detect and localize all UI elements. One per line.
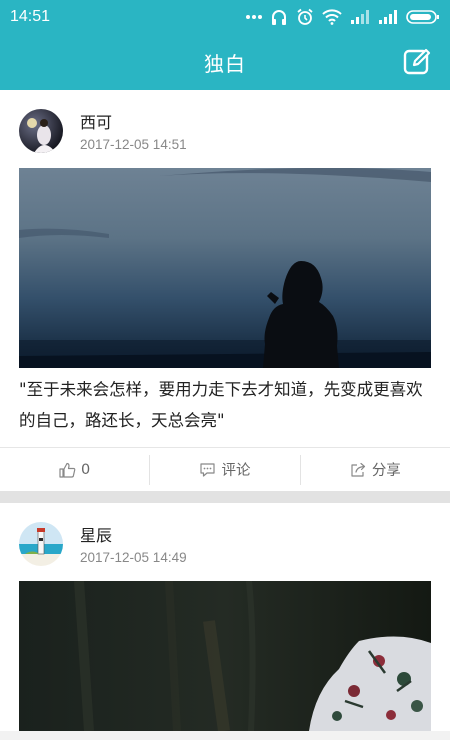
signal-icon: [351, 10, 369, 24]
top-app-bar: 独白: [0, 34, 450, 90]
post-timestamp: 2017-12-05 14:49: [80, 550, 187, 565]
battery-icon: [406, 10, 439, 24]
comment-icon: [200, 462, 216, 477]
post-header: 西可 2017-12-05 14:51: [0, 90, 450, 168]
comment-label: 评论: [221, 463, 251, 479]
like-count: 0: [81, 461, 91, 478]
edit-icon: [403, 48, 431, 75]
headphones-icon: [272, 10, 286, 25]
post-actions: 0 评论 分享: [0, 447, 450, 491]
post-header: 星辰 2017-12-05 14:49: [0, 503, 450, 581]
status-bar: 14:51: [0, 0, 450, 34]
post-photo[interactable]: [19, 581, 431, 731]
post-card: 西可 2017-12-05 14:51 "至于未来会怎样，要用力走下去才知道，先…: [0, 90, 450, 491]
page-title: 独白: [204, 51, 246, 76]
card-separator: [0, 491, 450, 503]
compose-button[interactable]: [402, 46, 432, 76]
more-dots-icon: [246, 15, 262, 19]
post-card: 星辰 2017-12-05 14:49: [0, 503, 450, 731]
status-time: 14:51: [10, 8, 51, 25]
post-author[interactable]: 星辰: [80, 522, 112, 546]
share-icon: [351, 462, 365, 477]
alarm-icon: [297, 8, 313, 25]
post-timestamp: 2017-12-05 14:51: [80, 137, 187, 152]
like-button[interactable]: 0: [0, 455, 149, 485]
avatar[interactable]: [19, 109, 63, 153]
post-feed[interactable]: 西可 2017-12-05 14:51 "至于未来会怎样，要用力走下去才知道，先…: [0, 90, 450, 740]
share-button[interactable]: 分享: [299, 454, 450, 485]
share-label: 分享: [371, 463, 401, 479]
thumbs-up-icon: [59, 462, 76, 478]
post-photo[interactable]: [19, 168, 431, 368]
post-text: "至于未来会怎样，要用力走下去才知道，先变成更喜欢的自己，路还长，天总会亮": [19, 380, 423, 430]
signal-icon: [379, 10, 397, 24]
post-author[interactable]: 西可: [80, 109, 112, 133]
wifi-icon: [322, 9, 342, 25]
avatar[interactable]: [19, 522, 63, 566]
comment-button[interactable]: 评论: [149, 454, 299, 485]
status-icons: [246, 8, 440, 26]
